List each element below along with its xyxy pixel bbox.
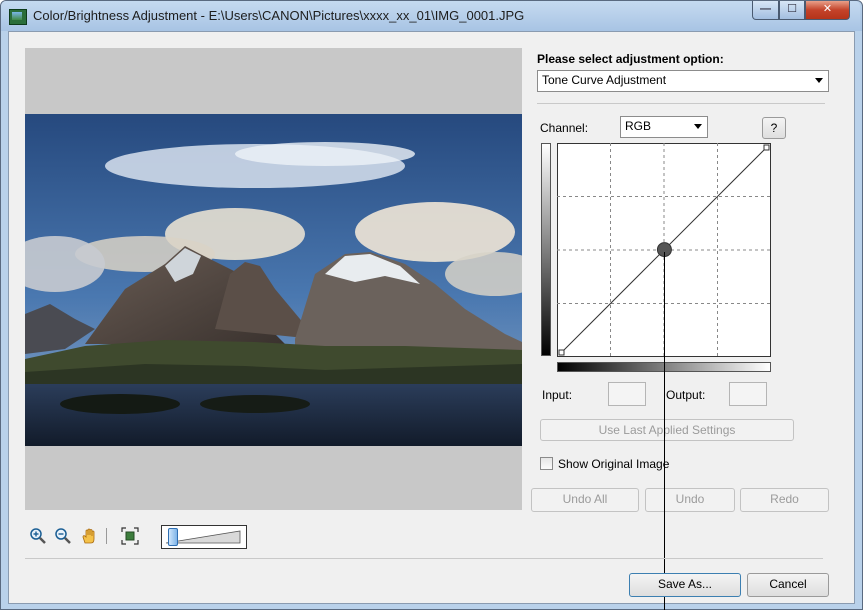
- channel-select[interactable]: RGB: [620, 116, 708, 138]
- zoom-slider-thumb[interactable]: [167, 528, 178, 546]
- chevron-down-icon: [815, 78, 823, 83]
- cancel-button[interactable]: Cancel: [747, 573, 829, 597]
- undo-button[interactable]: Undo: [645, 488, 735, 512]
- use-last-applied-settings-button[interactable]: Use Last Applied Settings: [540, 419, 794, 441]
- channel-label: Channel:: [540, 121, 589, 135]
- divider: [537, 103, 825, 104]
- zoom-slider[interactable]: [161, 525, 247, 549]
- adjustment-option-select[interactable]: Tone Curve Adjustment: [537, 70, 829, 92]
- bottom-divider: [25, 558, 823, 559]
- preview-photo[interactable]: [25, 114, 522, 446]
- minimize-button[interactable]: —: [752, 1, 779, 20]
- landscape-photo: [25, 114, 522, 446]
- chevron-down-icon: [694, 124, 702, 129]
- title-bar[interactable]: Color/Brightness Adjustment - E:\Users\C…: [1, 1, 860, 31]
- zoom-out-icon[interactable]: [54, 527, 72, 545]
- curve-endpoint-black[interactable]: [558, 349, 565, 356]
- zoom-in-icon[interactable]: [29, 527, 47, 545]
- save-as-button[interactable]: Save As...: [629, 573, 741, 597]
- show-original-checkbox[interactable]: [540, 457, 553, 470]
- close-button[interactable]: ✕: [805, 1, 850, 20]
- input-label: Input:: [542, 388, 573, 402]
- input-value-field[interactable]: [608, 382, 646, 406]
- callout-line: [664, 252, 665, 610]
- output-value-field[interactable]: [729, 382, 767, 406]
- fit-to-window-icon[interactable]: [121, 527, 139, 545]
- adjustment-option-heading: Please select adjustment option:: [537, 52, 724, 66]
- app-icon: [9, 9, 27, 25]
- hand-icon[interactable]: [80, 527, 98, 545]
- adjustment-option-value: Tone Curve Adjustment: [542, 73, 667, 87]
- output-gradient-bar: [541, 143, 551, 356]
- show-original-label: Show Original Image: [558, 457, 670, 471]
- curve-endpoint-white[interactable]: [763, 144, 770, 151]
- output-label: Output:: [666, 388, 706, 402]
- help-button[interactable]: ?: [762, 117, 786, 139]
- maximize-button[interactable]: ☐: [779, 1, 805, 20]
- redo-button[interactable]: Redo: [740, 488, 829, 512]
- undo-all-button[interactable]: Undo All: [531, 488, 639, 512]
- channel-value: RGB: [625, 119, 652, 133]
- window-title: Color/Brightness Adjustment - E:\Users\C…: [33, 8, 525, 23]
- toolbar-separator: [106, 528, 107, 544]
